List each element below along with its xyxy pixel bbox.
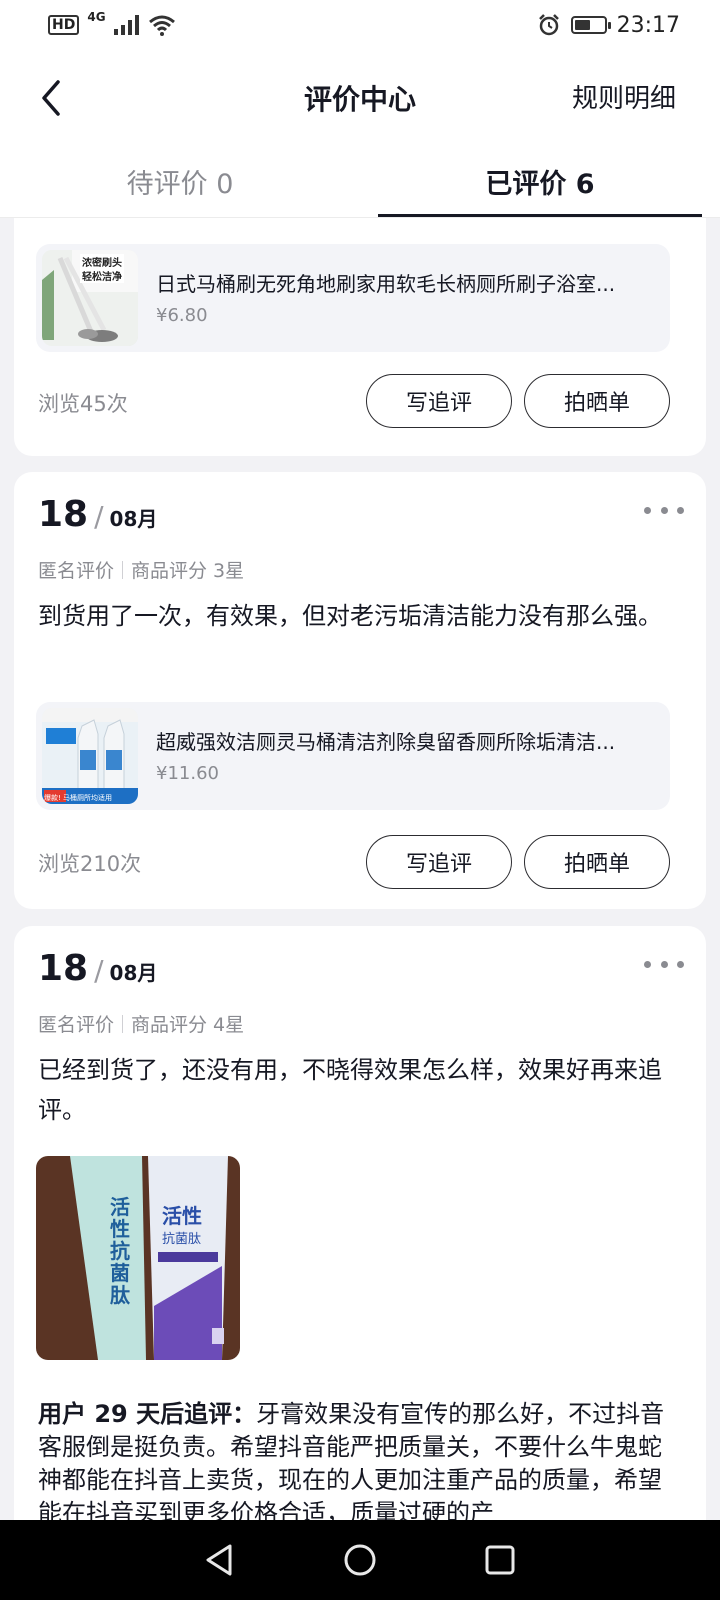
alarm-icon	[538, 14, 559, 36]
write-followup-button[interactable]: 写追评	[366, 835, 512, 889]
back-button[interactable]	[30, 74, 70, 122]
product-card[interactable]: 爆款! 马桶厕所均适用 超威强效洁厕灵马桶清洁剂除臭留香厕所除垢清洁... ¥1…	[36, 702, 670, 810]
review-card: 浓密刷头 轻松洁净 日式马桶刷无死角地刷家用软毛长柄厕所刷子浴室... ¥6.8…	[14, 218, 706, 456]
photo-text-2: 活性	[162, 1204, 202, 1228]
square-recents-icon[interactable]	[482, 1542, 518, 1578]
date-day: 18	[38, 948, 89, 989]
system-nav-bar	[0, 1520, 720, 1600]
followup-review: 用户 29 天后追评：牙膏效果没有宣传的那么好，不过抖音客服倒是挺负责。希望抖音…	[38, 1398, 676, 1530]
toilet-cleaner-image	[42, 708, 138, 804]
battery-level	[574, 20, 590, 30]
date-separator: /	[94, 500, 104, 533]
photo-text-3: 抗菌肽	[162, 1232, 202, 1247]
toothpaste-photo	[36, 1156, 240, 1360]
rating-label: 商品评分 4星	[131, 1014, 245, 1036]
thumb-caption-1: 浓密刷头	[80, 254, 124, 269]
view-count: 浏览210次	[38, 852, 142, 876]
review-text: 到货用了一次，有效果，但对老污垢清洁能力没有那么强。	[38, 602, 662, 630]
review-meta: 匿名评价 商品评分 4星	[38, 1010, 244, 1037]
wifi-icon	[148, 15, 175, 36]
status-left: HD 4G	[48, 10, 176, 36]
clock: 23:17	[616, 12, 680, 38]
date-day: 18	[38, 494, 89, 535]
view-count: 浏览45次	[38, 392, 128, 416]
photo-text-1: 活性抗菌肽	[110, 1195, 130, 1307]
review-date: 18 / 08月	[38, 948, 157, 989]
circle-home-icon[interactable]	[342, 1542, 378, 1578]
anonymous-label: 匿名评价	[38, 1014, 115, 1036]
post-photo-review-button[interactable]: 拍晒单	[524, 835, 670, 889]
anonymous-label: 匿名评价	[38, 560, 115, 582]
tab-pending-reviews[interactable]: 待评价 0	[0, 146, 360, 217]
followup-prefix: 用户 29 天后追评：	[38, 1400, 257, 1428]
date-separator: /	[94, 954, 104, 987]
product-name: 超威强效洁厕灵马桶清洁剂除臭留香厕所除垢清洁...	[156, 730, 616, 754]
network-label: 4G	[87, 10, 106, 24]
product-price: ¥6.80	[156, 305, 208, 326]
signal-icon	[113, 15, 139, 35]
product-card[interactable]: 浓密刷头 轻松洁净 日式马桶刷无死角地刷家用软毛长柄厕所刷子浴室... ¥6.8…	[36, 244, 670, 352]
review-date: 18 / 08月	[38, 494, 157, 535]
product-name: 日式马桶刷无死角地刷家用软毛长柄厕所刷子浴室...	[156, 272, 616, 296]
more-options-icon[interactable]	[644, 952, 684, 976]
review-meta: 匿名评价 商品评分 3星	[38, 556, 244, 583]
more-options-icon[interactable]	[644, 498, 684, 522]
review-card: 18 / 08月 匿名评价 商品评分 3星 到货用了一次，有效果，但对老污垢清洁…	[14, 472, 706, 909]
thumb-caption: 爆款! 马桶厕所均适用	[44, 794, 113, 802]
rating-label: 商品评分 3星	[131, 560, 245, 582]
chevron-left-icon	[42, 80, 60, 116]
thumb-caption-2: 轻松洁净	[80, 268, 124, 283]
review-text: 已经到货了，还没有用，不晓得效果怎么样，效果好再来追评。	[38, 1056, 662, 1124]
post-photo-review-button[interactable]: 拍晒单	[524, 374, 670, 428]
product-thumbnail: 爆款! 马桶厕所均适用	[42, 708, 138, 804]
review-photo[interactable]: 活性抗菌肽 活性 抗菌肽	[36, 1156, 240, 1360]
battery-icon	[570, 16, 611, 34]
write-followup-button[interactable]: 写追评	[366, 374, 512, 428]
header: 评价中心 规则明细	[0, 50, 720, 146]
page-title: 评价中心	[303, 83, 416, 116]
tab-completed-reviews[interactable]: 已评价 6	[360, 146, 720, 217]
triangle-back-icon[interactable]	[202, 1542, 238, 1578]
product-thumbnail: 浓密刷头 轻松洁净	[42, 250, 138, 346]
date-month: 08月	[109, 961, 158, 985]
date-month: 08月	[109, 507, 158, 531]
status-right: 23:17	[537, 13, 680, 38]
meta-divider	[122, 1014, 124, 1033]
meta-divider	[122, 560, 124, 579]
hd-icon: HD	[48, 15, 80, 35]
rules-detail-link[interactable]: 规则明细	[572, 78, 676, 115]
product-price: ¥11.60	[156, 763, 219, 784]
review-card: 18 / 08月 匿名评价 商品评分 4星 已经到货了，还没有用，不晓得效果怎么…	[14, 926, 706, 1546]
status-bar: HD 4G 23:17	[0, 0, 720, 50]
tab-bar: 待评价 0 已评价 6	[0, 146, 720, 218]
